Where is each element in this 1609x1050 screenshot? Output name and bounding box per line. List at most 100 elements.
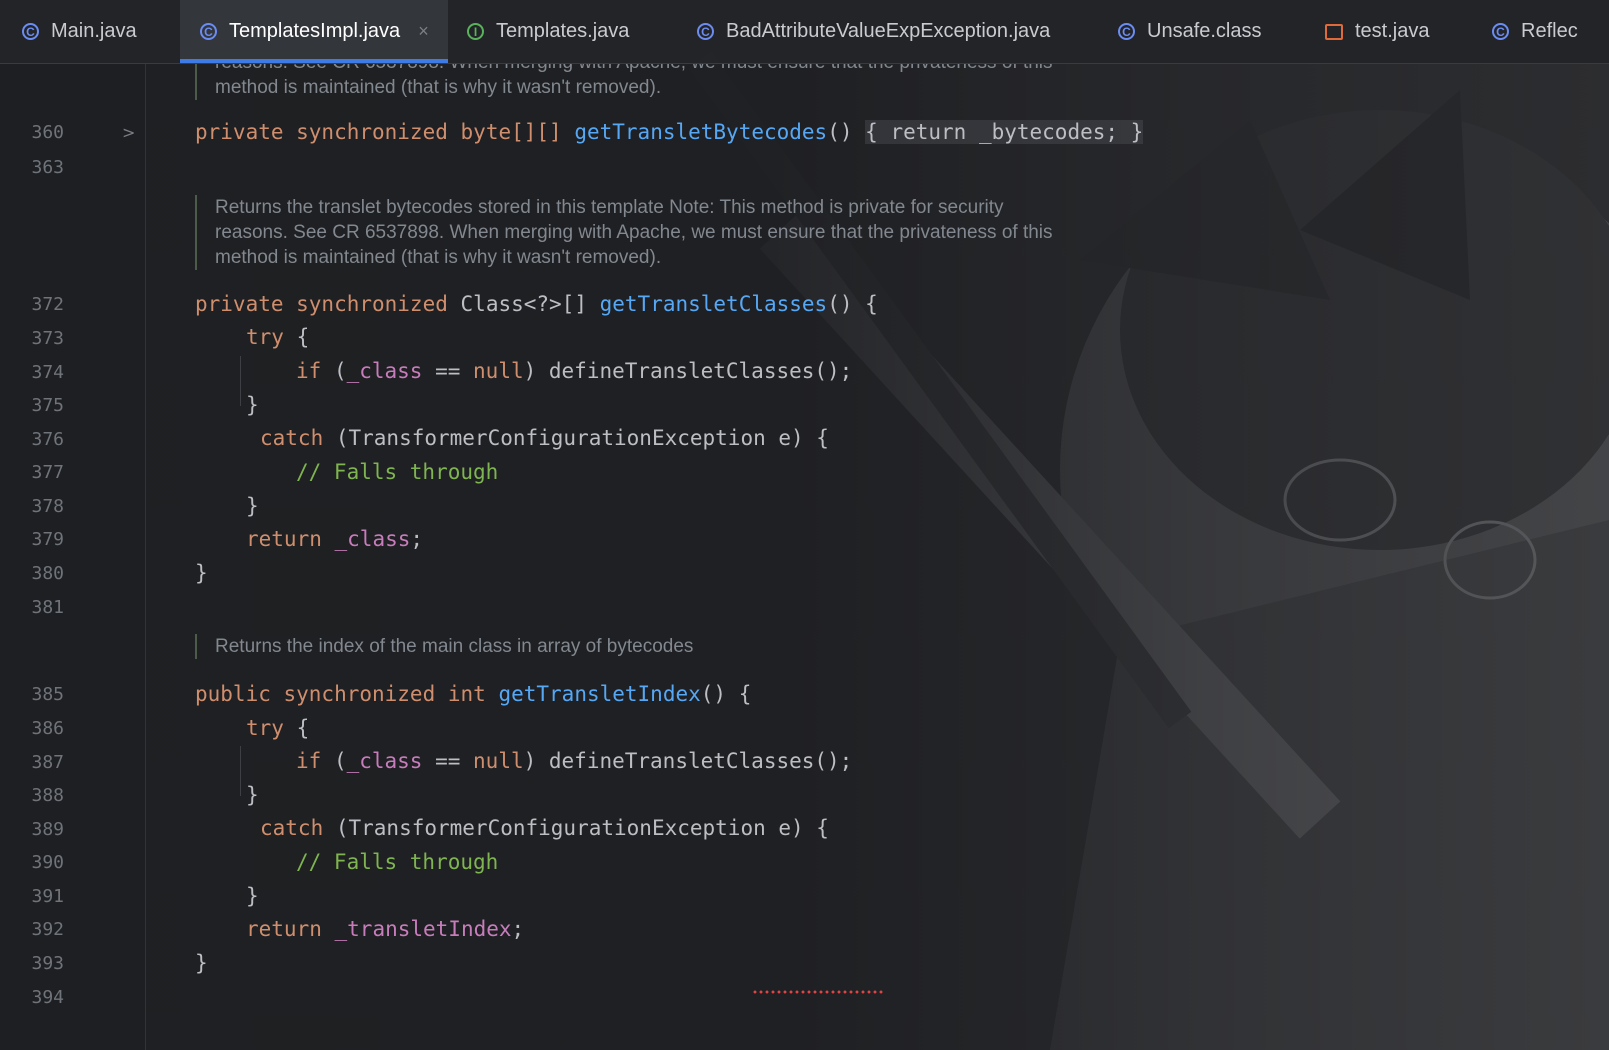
code-editor[interactable]: reasons. See CR 6537898. When merging wi… <box>0 0 1609 1050</box>
method-parens: () <box>827 120 866 144</box>
tab-templatesimpl-java[interactable]: C TemplatesImpl.java × <box>180 0 448 63</box>
tab-label: Main.java <box>51 20 137 42</box>
keyword-if: if <box>296 749 322 773</box>
method-rest: () { <box>827 292 878 316</box>
operator-eq: == <box>422 749 474 773</box>
code-line-393: } <box>195 951 208 975</box>
keyword-try: try <box>246 716 284 740</box>
keyword-null: null <box>473 359 524 383</box>
keyword-catch: catch <box>260 816 324 840</box>
doc-comment-translet-classes: Returns the translet bytecodes stored in… <box>195 195 1053 270</box>
catch-clause: (TransformerConfigurationException e) { <box>323 816 829 840</box>
tab-test-java[interactable]: test.java <box>1325 0 1429 63</box>
doc-line: Returns the index of the main class in a… <box>215 636 694 657</box>
code-line-388: } <box>246 783 259 807</box>
class-icon: C <box>200 23 217 40</box>
brace-open: { <box>283 325 310 349</box>
code-line-387: if (_class == null) defineTransletClasse… <box>296 749 852 773</box>
class-icon: C <box>1118 23 1135 40</box>
field-class: _class <box>346 359 423 383</box>
tab-badattributevalueexpexception-java[interactable]: C BadAttributeValueExpException.java <box>697 0 1050 63</box>
code-line-373: try { <box>246 325 309 349</box>
field-translet-index: _transletIndex <box>334 917 512 941</box>
indent-guide <box>240 746 241 796</box>
code-line-379: return _class; <box>246 527 423 551</box>
paren-open: ( <box>321 359 347 383</box>
code-line-372: private synchronized Class<?>[] getTrans… <box>195 292 878 316</box>
code-line-377: // Falls through <box>296 460 498 484</box>
tab-label: TemplatesImpl.java <box>229 20 401 42</box>
keyword-return: return <box>246 527 322 551</box>
java-file-icon <box>1325 23 1343 40</box>
keyword-if: if <box>296 359 322 383</box>
tab-main-java[interactable]: C Main.java <box>22 0 137 63</box>
editor-tab-bar: C Main.java C TemplatesImpl.java × I Tem… <box>0 0 1609 64</box>
doc-line: method is maintained (that is why it was… <box>215 247 662 268</box>
class-icon: C <box>1492 23 1509 40</box>
keyword-modifiers: private synchronized <box>195 120 448 144</box>
doc-comment-translet-index: Returns the index of the main class in a… <box>195 634 693 659</box>
method-name: getTransletClasses <box>599 292 828 316</box>
doc-line: Returns the translet bytecodes stored in… <box>215 197 1004 218</box>
code-line-391: } <box>246 884 259 908</box>
brace-open: { <box>283 716 310 740</box>
tab-reflec[interactable]: C Reflec <box>1492 0 1578 63</box>
code-line-390: // Falls through <box>296 850 498 874</box>
tab-label: BadAttributeValueExpException.java <box>726 20 1051 42</box>
keyword-modifiers: private synchronized <box>195 292 448 316</box>
tab-templates-java[interactable]: I Templates.java <box>467 0 629 63</box>
return-type: Class<?>[] <box>460 292 587 316</box>
code-line-378: } <box>246 494 259 518</box>
tab-label: Templates.java <box>496 20 630 42</box>
code-line-385: public synchronized int getTransletIndex… <box>195 682 751 706</box>
brace-close: } <box>246 393 259 417</box>
paren-open: ( <box>321 749 347 773</box>
folded-method-body[interactable]: { return _bytecodes; } <box>865 120 1144 144</box>
keyword-return: return <box>246 917 322 941</box>
doc-line: reasons. See CR 6537898. When merging wi… <box>215 222 1053 243</box>
field-class: _class <box>346 749 423 773</box>
define-call: ) defineTransletClasses(); <box>523 749 853 773</box>
doc-line: method is maintained (that is why it was… <box>215 77 662 98</box>
code-line-389: catch (TransformerConfigurationException… <box>260 816 829 840</box>
tab-label: Reflec <box>1521 20 1578 42</box>
method-name: getTransletIndex <box>498 682 701 706</box>
interface-icon: I <box>467 23 484 40</box>
tab-unsafe-class[interactable]: C Unsafe.class <box>1118 0 1262 63</box>
keyword-null: null <box>473 749 524 773</box>
brace-close: } <box>246 494 259 518</box>
class-icon: C <box>22 23 39 40</box>
return-type: byte[][] <box>460 120 562 144</box>
code-line-360: private synchronized byte[][] getTransle… <box>195 120 1144 144</box>
brace-close: } <box>195 951 208 975</box>
keyword-modifiers: public synchronized <box>195 682 436 706</box>
method-rest: () { <box>700 682 752 706</box>
method-name: getTransletBytecodes <box>574 120 828 144</box>
tab-label: Unsafe.class <box>1147 20 1262 42</box>
keyword-catch: catch <box>260 426 324 450</box>
operator-eq: == <box>422 359 474 383</box>
line-comment: // Falls through <box>296 850 499 874</box>
semicolon: ; <box>511 917 525 941</box>
code-line-375: } <box>246 393 259 417</box>
line-comment: // Falls through <box>296 460 499 484</box>
define-call: ) defineTransletClasses(); <box>523 359 853 383</box>
field-class: _class <box>334 527 411 551</box>
brace-close: } <box>246 884 259 908</box>
return-type: int <box>447 682 486 706</box>
code-line-380: } <box>195 561 208 585</box>
brace-close: } <box>195 561 208 585</box>
close-tab-icon[interactable]: × <box>418 21 429 42</box>
code-line-392: return _transletIndex; <box>246 917 524 941</box>
code-line-386: try { <box>246 716 309 740</box>
code-line-376: catch (TransformerConfigurationException… <box>260 426 829 450</box>
tab-label: test.java <box>1355 20 1430 42</box>
brace-close: } <box>246 783 259 807</box>
error-squiggle-underline <box>752 990 884 994</box>
catch-clause: (TransformerConfigurationException e) { <box>323 426 829 450</box>
keyword-try: try <box>246 325 284 349</box>
semicolon: ; <box>410 527 424 551</box>
class-icon: C <box>697 23 714 40</box>
indent-guide <box>240 356 241 406</box>
code-line-374: if (_class == null) defineTransletClasse… <box>296 359 852 383</box>
